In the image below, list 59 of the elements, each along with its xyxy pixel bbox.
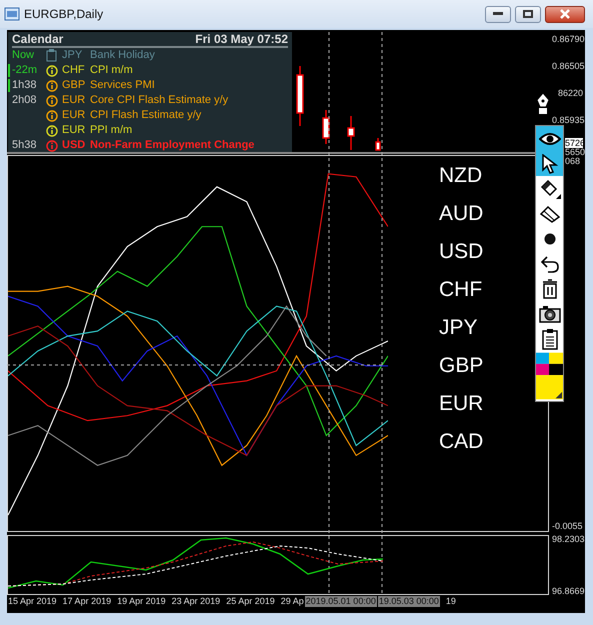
currency-label: EUR [439, 393, 484, 415]
maximize-icon [523, 10, 533, 18]
minimize-button[interactable] [485, 6, 511, 22]
event-time: Now [12, 48, 36, 63]
time-label: 15 Apr 2019 [8, 596, 57, 607]
time-label: 19 Apr 2019 [117, 596, 166, 607]
window-title: EURGBP,Daily [24, 6, 104, 23]
price-label: 0.86505 [552, 61, 585, 71]
time-label: 19 [446, 596, 456, 607]
currency-code: JPY [62, 48, 84, 63]
price-label: 068 [565, 157, 582, 166]
color-palette-icon[interactable] [536, 351, 563, 401]
axis-label: 98.2303 [552, 533, 585, 546]
time-label: 17 Apr 2019 [62, 596, 112, 607]
minimize-icon [493, 12, 503, 16]
event-name: Bank Holiday [90, 48, 155, 63]
event-time: 5h38 [12, 138, 38, 153]
currency-label: NZD [439, 165, 484, 187]
price-label: 0.85935 [552, 115, 585, 125]
date-time-label: Fri 03 May 07:52 [195, 32, 288, 46]
currency-code: CHF [62, 63, 86, 78]
currency-code: EUR [62, 93, 86, 108]
currency-label: CAD [439, 431, 484, 453]
time-label: 25 Apr 2019 [226, 596, 275, 607]
currency-label: CHF [439, 279, 484, 301]
event-name: Core CPI Flash Estimate y/y [90, 93, 228, 108]
currency-code: GBP [62, 78, 86, 93]
currency-code: EUR [62, 108, 86, 123]
time-label: 23 Apr 2019 [172, 596, 220, 607]
currency-label: JPY [439, 317, 479, 339]
event-name: CPI m/m [90, 63, 133, 78]
close-icon [559, 9, 571, 19]
event-time: 2h08 [12, 93, 38, 108]
event-time: -22m [12, 63, 38, 78]
event-name: Services PMI [90, 78, 155, 93]
time-label: 29 Ap [280, 596, 304, 607]
currency-code: USD [62, 138, 86, 153]
price-label: 0.86790 [552, 34, 585, 44]
currency-label: GBP [439, 355, 484, 377]
crosshair-time-label: 2019.05.01 00:00 [304, 596, 377, 607]
cursor-icon[interactable] [536, 151, 563, 176]
event-name: Non-Farm Employment Change [90, 138, 254, 153]
currency-label: AUD [439, 203, 484, 225]
axis-label: -0.0055 [552, 520, 583, 533]
price-label: 86220 [558, 88, 584, 98]
crosshair-time-label: 19.05.03 00:00 [378, 596, 440, 607]
axis-label: 96.8669 [552, 584, 585, 598]
window-icon [4, 7, 20, 21]
eye-icon[interactable] [536, 126, 563, 151]
currency-code: EUR [62, 123, 86, 138]
close-button[interactable] [545, 6, 585, 22]
pen-icon [535, 92, 551, 116]
event-name: PPI m/m [90, 123, 132, 138]
currency-label: USD [439, 241, 484, 263]
maximize-button[interactable] [515, 6, 541, 22]
price-label: 5650 [565, 148, 585, 157]
event-time: 1h38 [12, 78, 38, 93]
panel-title: Calendar [12, 32, 64, 46]
event-name: CPI Flash Estimate y/y [90, 108, 202, 123]
